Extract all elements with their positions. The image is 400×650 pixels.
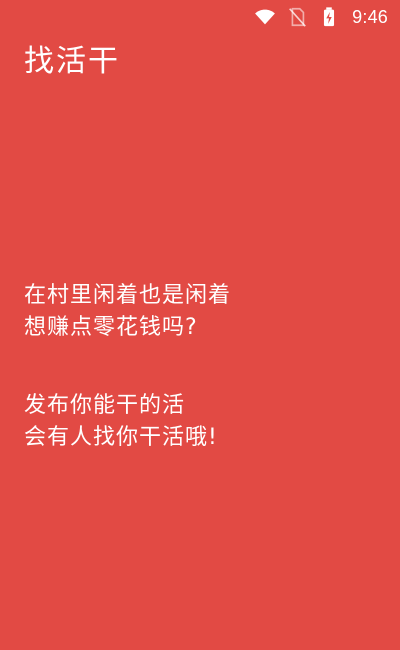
- battery-charging-icon: [318, 6, 340, 28]
- promo-spacer: [24, 344, 384, 390]
- app-title: 找活干: [24, 44, 120, 79]
- status-icons: 9:46: [254, 6, 388, 28]
- wifi-icon: [254, 6, 276, 28]
- promo-text: 在村里闲着也是闲着 想赚点零花钱吗? 发布你能干的活 会有人找你干活哦!: [24, 280, 384, 454]
- sim-off-icon: [286, 6, 308, 28]
- promo-line: 发布你能干的活: [24, 393, 186, 418]
- splash-screen: 9:46 找活干 在村里闲着也是闲着 想赚点零花钱吗? 发布你能干的活 会有人找…: [0, 0, 400, 650]
- promo-line: 在村里闲着也是闲着: [24, 283, 232, 308]
- promo-line: 会有人找你干活哦!: [24, 425, 218, 450]
- status-bar: 9:46: [0, 0, 400, 36]
- promo-line: 想赚点零花钱吗?: [24, 315, 198, 340]
- status-time: 9:46: [352, 7, 388, 27]
